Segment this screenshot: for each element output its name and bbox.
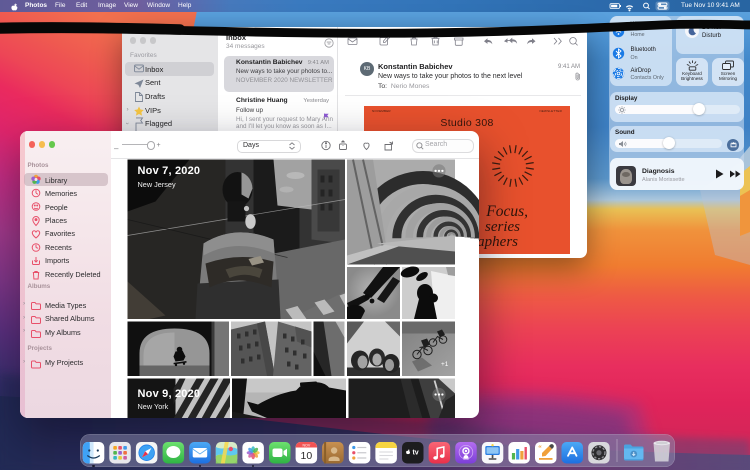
svg-text:tv: tv — [412, 449, 418, 456]
svg-text:10: 10 — [301, 450, 313, 462]
svg-text:“: “ — [538, 444, 542, 452]
svg-text:NOV: NOV — [302, 443, 310, 447]
svg-text:+1: +1 — [441, 361, 449, 368]
